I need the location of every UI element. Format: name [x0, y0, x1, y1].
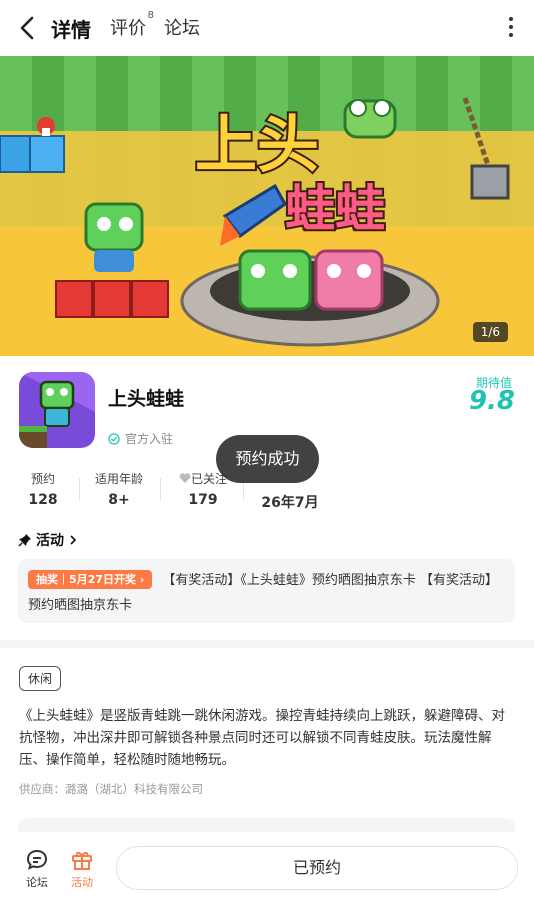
- stat-release-value: 26年7月: [261, 495, 319, 511]
- stat-followers-value: 179: [188, 492, 218, 508]
- tab-reviews-label: 评价: [110, 18, 146, 39]
- stat-age-value: 8+: [108, 492, 130, 508]
- banner-counter: 1/6: [472, 322, 508, 342]
- lottery-badge: 抽奖｜5月27日开奖 ›: [28, 570, 153, 589]
- tab-details[interactable]: 详情: [49, 14, 93, 43]
- back-arrow-icon[interactable]: [14, 14, 42, 42]
- chevron-right-icon: [70, 535, 77, 545]
- tab-reviews[interactable]: 评价 8: [110, 10, 154, 40]
- game-title: 上头蛙蛙: [108, 388, 185, 410]
- gift-icon: [72, 851, 92, 870]
- bottom-activity-label: 活动: [71, 876, 93, 889]
- bottom-bar: 论坛 活动 已预约: [0, 832, 534, 920]
- expect-score: 9.8: [468, 386, 515, 416]
- top-nav: 详情 评价 8 论坛: [0, 0, 534, 56]
- reserved-button[interactable]: 已预约: [116, 846, 518, 890]
- divider: [160, 478, 161, 500]
- forum-icon: [26, 849, 48, 870]
- stat-reservations-label: 预约: [30, 472, 55, 486]
- tab-forum-label: 论坛: [164, 18, 200, 39]
- bottom-activity-button[interactable]: 活动: [62, 848, 102, 890]
- tab-details-label: 详情: [51, 18, 91, 42]
- activity-heading-label: 活动: [36, 533, 64, 549]
- section-separator: [0, 640, 534, 648]
- official-text: 官方入驻: [125, 432, 174, 446]
- tab-reviews-count: 8: [147, 10, 154, 21]
- banner-title-line1: 上头: [195, 108, 319, 181]
- activity-card[interactable]: 抽奖｜5月27日开奖 › 【有奖活动】《上头蛙蛙》预约晒图抽京东卡 【有奖活动】预…: [18, 559, 515, 623]
- pin-icon: [18, 534, 31, 547]
- bottom-forum-label: 论坛: [26, 876, 48, 889]
- supplier-text: 供应商：潞潞（湖北）科技有限公司: [19, 782, 203, 796]
- stat-age: 适用年龄 8+: [88, 470, 150, 508]
- game-description: 《上头蛙蛙》是竖版青蛙跳一跳休闲游戏。操控青蛙持续向上跳跃，躲避障碍、对抗怪物，…: [19, 708, 505, 768]
- tab-forum[interactable]: 论坛: [164, 14, 200, 40]
- game-icon: [19, 372, 95, 448]
- more-icon[interactable]: [508, 17, 514, 39]
- banner-carousel[interactable]: 上头 蛙蛙 1/6: [0, 56, 534, 356]
- divider: [79, 478, 80, 500]
- official-label: 官方入驻: [108, 430, 173, 447]
- stat-age-label: 适用年龄: [94, 472, 143, 486]
- toast-message: 预约成功: [216, 435, 319, 483]
- stat-reservations: 预约 128: [20, 470, 66, 508]
- stat-reservations-value: 128: [28, 492, 58, 508]
- verified-icon: [108, 432, 120, 445]
- banner-title-line2: 蛙蛙: [285, 180, 385, 238]
- heart-check-icon: [179, 473, 191, 483]
- activity-heading[interactable]: 活动: [18, 530, 78, 550]
- genre-tag[interactable]: 休闲: [19, 666, 62, 691]
- bottom-forum-button[interactable]: 论坛: [17, 848, 57, 890]
- banner-artwork: 上头 蛙蛙: [0, 56, 534, 356]
